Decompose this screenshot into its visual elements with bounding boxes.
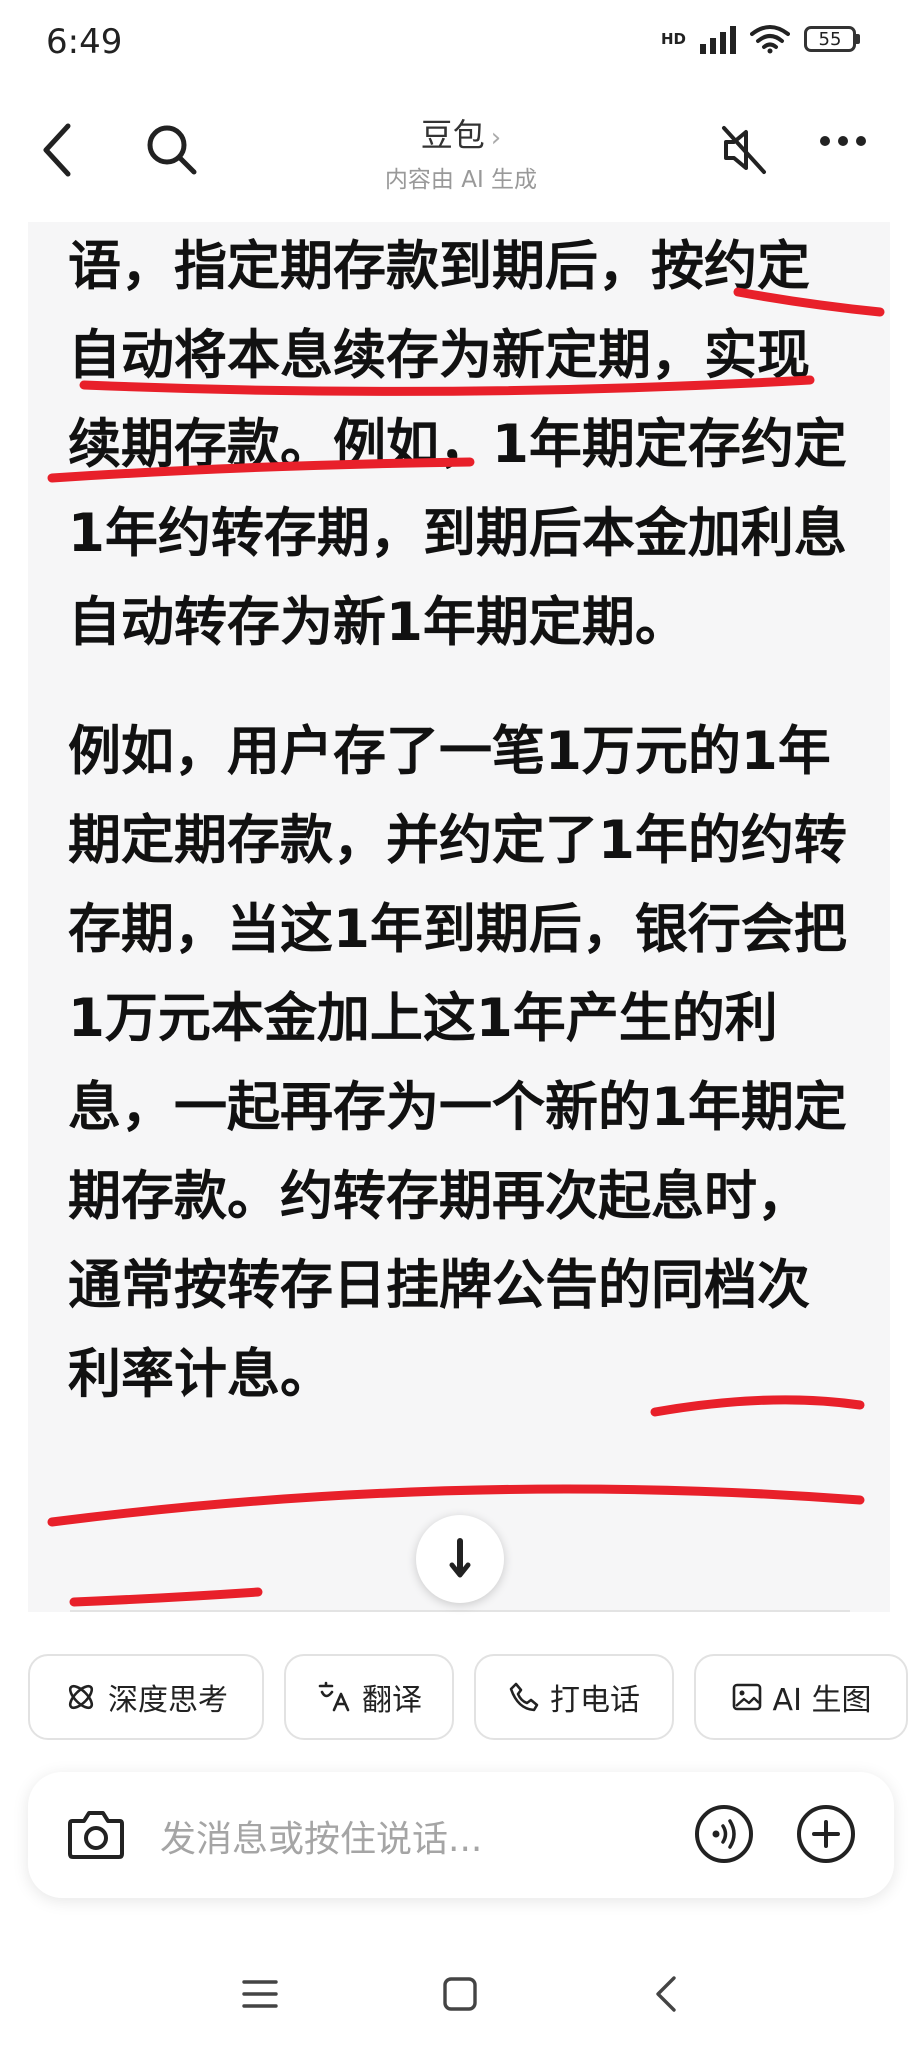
message-composer: 发消息或按住说话... bbox=[28, 1772, 894, 1898]
status-bar: 6:49 HD 55 bbox=[0, 0, 922, 92]
wifi-icon bbox=[750, 25, 790, 54]
camera-icon[interactable] bbox=[66, 1805, 126, 1863]
bot-name: 豆包 bbox=[420, 116, 485, 154]
ai-generated-notice: 内容由 AI 生成 bbox=[384, 167, 538, 193]
chip-label: AI 生图 bbox=[772, 1683, 872, 1718]
arrow-down-icon bbox=[449, 1538, 471, 1578]
system-nav-bar bbox=[0, 1952, 922, 2048]
chat-title[interactable]: 豆包 › bbox=[0, 110, 922, 156]
divider bbox=[70, 1610, 850, 1612]
chat-header: 豆包 › 内容由 AI 生成 bbox=[0, 92, 922, 222]
message-paragraph: 例如，用户存了一笔1万元的1年期定期存款，并约定了1年的约转存期，当这1年到期后… bbox=[68, 721, 847, 1405]
atom-icon bbox=[68, 1684, 94, 1710]
message-input[interactable]: 发消息或按住说话... bbox=[160, 1810, 482, 1862]
chip-translate[interactable]: 翻译 bbox=[284, 1654, 454, 1740]
status-time: 6:49 bbox=[46, 22, 123, 62]
recent-apps-icon[interactable] bbox=[240, 1974, 280, 2014]
scroll-to-bottom-button[interactable] bbox=[416, 1515, 504, 1603]
ai-message-bubble: 语，指定期存款到期后，按约定自动将本息续存为新定期，实现续期存款。例如，1年期定… bbox=[28, 222, 890, 1612]
plus-icon[interactable] bbox=[794, 1802, 858, 1866]
status-icons: HD 55 bbox=[661, 24, 860, 54]
chip-deep-thinking[interactable]: 深度思考 bbox=[28, 1654, 264, 1740]
chip-label: 翻译 bbox=[362, 1683, 422, 1718]
chip-label: 深度思考 bbox=[108, 1683, 228, 1718]
signal-icon bbox=[700, 24, 736, 54]
home-icon[interactable] bbox=[440, 1974, 480, 2014]
chip-phone-call[interactable]: 打电话 bbox=[474, 1654, 674, 1740]
message-paragraph: 语，指定期存款到期后，按约定自动将本息续存为新定期，实现续期存款。例如，1年期定… bbox=[68, 236, 847, 653]
quick-actions: 深度思考 翻译 打电话 AI 生图 bbox=[28, 1654, 908, 1742]
chip-ai-image[interactable]: AI 生图 bbox=[694, 1654, 908, 1740]
battery-icon: 55 bbox=[804, 26, 860, 52]
speaker-muted-icon[interactable] bbox=[716, 122, 772, 178]
translate-icon bbox=[318, 1681, 350, 1712]
network-type-label: HD bbox=[660, 30, 686, 48]
chevron-right-icon: › bbox=[490, 123, 502, 153]
phone-icon bbox=[509, 1682, 539, 1712]
image-icon bbox=[732, 1683, 761, 1711]
battery-level: 55 bbox=[804, 26, 856, 52]
chip-label: 打电话 bbox=[550, 1683, 640, 1718]
voice-input-icon[interactable] bbox=[692, 1802, 756, 1866]
more-options-icon[interactable] bbox=[820, 136, 866, 146]
nav-back-icon[interactable] bbox=[646, 1974, 686, 2014]
